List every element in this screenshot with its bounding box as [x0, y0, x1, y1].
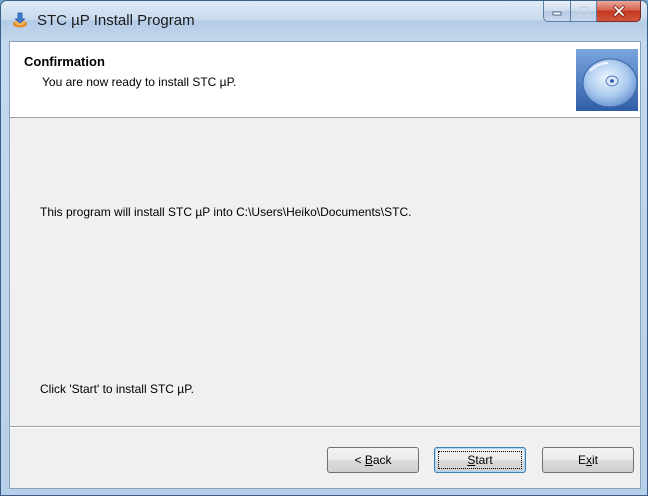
page-title: Confirmation: [24, 54, 105, 69]
minimize-button[interactable]: [543, 1, 571, 22]
close-icon: [612, 5, 625, 17]
start-instruction-text: Click 'Start' to install STC µP.: [40, 382, 194, 396]
install-path-text: This program will install STC µP into C:…: [40, 205, 412, 219]
title-bar[interactable]: STC µP Install Program: [1, 1, 647, 41]
wizard-header: Confirmation You are now ready to instal…: [10, 42, 640, 118]
focus-rectangle: [438, 451, 522, 469]
exit-button[interactable]: Exit: [542, 447, 634, 473]
cd-disc-icon: [576, 49, 638, 111]
caption-buttons: [543, 1, 641, 23]
maximize-button[interactable]: [571, 1, 597, 22]
minimize-icon: [552, 11, 562, 16]
dialog-client-area: Confirmation You are now ready to instal…: [9, 41, 641, 489]
back-button[interactable]: < Back: [327, 447, 419, 473]
installer-window: STC µP Install Program Confirmation You …: [0, 0, 648, 496]
exit-button-label: Exit: [577, 453, 598, 467]
button-separator: [10, 426, 640, 428]
start-button[interactable]: Start: [434, 447, 526, 473]
maximize-icon: [578, 6, 589, 16]
close-button[interactable]: [597, 1, 641, 22]
window-title: STC µP Install Program: [37, 12, 195, 29]
back-button-label: < Back: [354, 453, 392, 467]
page-subtitle: You are now ready to install STC µP.: [42, 75, 237, 89]
installer-icon: [13, 12, 27, 28]
